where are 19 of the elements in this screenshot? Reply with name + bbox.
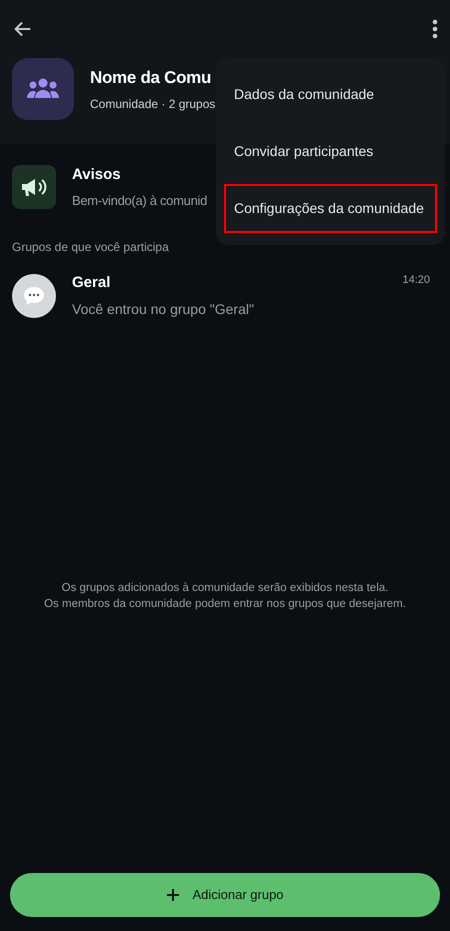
menu-item[interactable]: Convidar participantes — [224, 127, 437, 176]
announcements-preview: Bem-vindo(a) à comunid — [72, 192, 208, 210]
info-text: Os membros da comunidade podem entrar nos grupos que desejarem. — [44, 597, 406, 612]
section-title: Grupos de que você participa — [11, 239, 170, 256]
more-options-icon[interactable] — [432, 19, 438, 39]
menu-item[interactable]: Dados da comunidade — [224, 70, 437, 119]
group-preview: Você entrou no grupo "Geral" — [72, 300, 255, 319]
info-text: Os grupos adicionados à comunidade serão exibidos nesta tela. — [62, 581, 388, 596]
community-subtitle: Comunidade · 2 grupos — [90, 96, 216, 113]
people-icon — [26, 78, 60, 100]
group-time: 14:20 — [402, 273, 431, 288]
community-name: Nome da Comu — [90, 67, 212, 90]
plus-icon — [166, 888, 180, 902]
menu-item[interactable]: Configurações da comunidade — [224, 184, 437, 233]
add-group-button[interactable]: Adicionar grupo — [10, 873, 440, 917]
group-name: Geral — [72, 273, 110, 293]
megaphone-icon — [20, 177, 48, 197]
announcements-title: Avisos — [72, 165, 122, 185]
chat-bubble-icon — [22, 286, 46, 306]
